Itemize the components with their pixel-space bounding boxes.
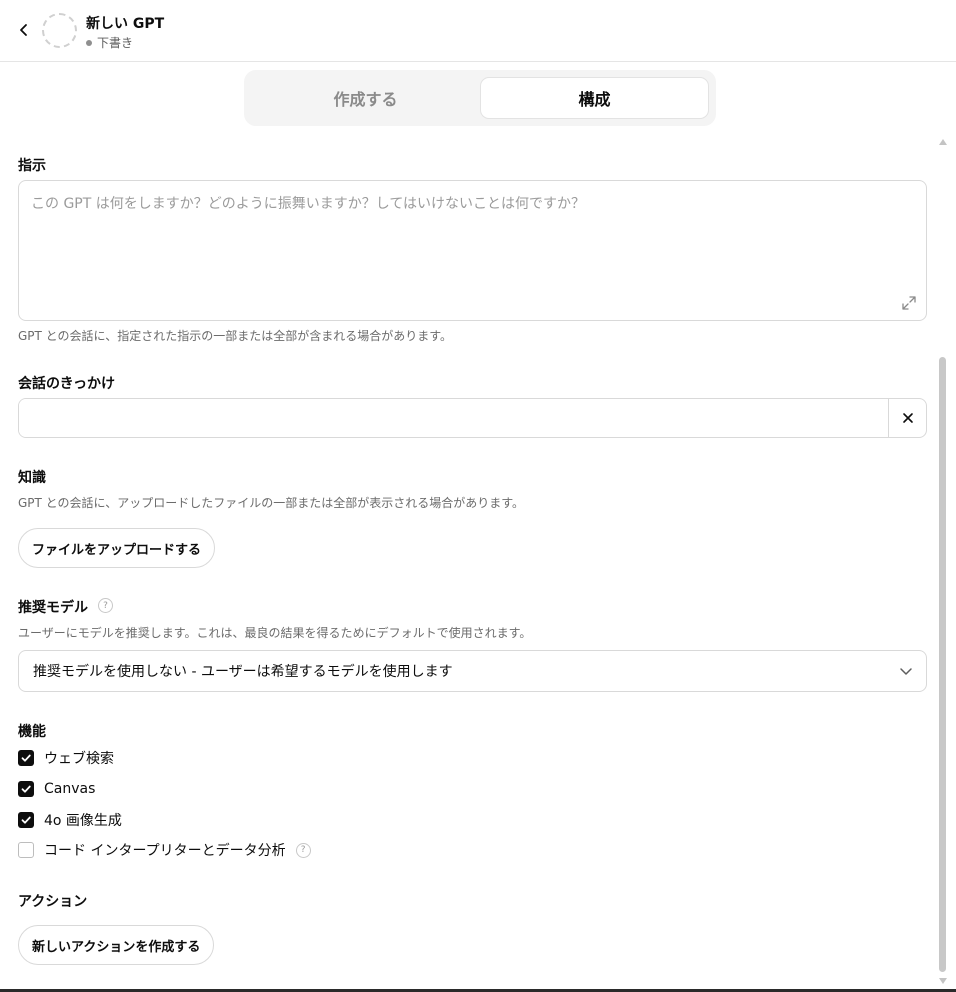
image-generation-label: 4o 画像生成 xyxy=(44,813,122,829)
chevron-down-icon xyxy=(900,668,912,675)
expand-icon[interactable] xyxy=(900,294,918,312)
image-generation-checkbox[interactable] xyxy=(18,812,34,828)
draft-status: 下書き xyxy=(86,34,133,51)
conversation-starters-label: 会話のきっかけ xyxy=(18,376,116,392)
code-interpreter-help-icon[interactable]: ? xyxy=(295,842,311,858)
capabilities-label: 機能 xyxy=(18,724,46,740)
upload-files-button[interactable]: ファイルをアップロードする xyxy=(18,528,216,568)
tab-create[interactable]: 作成する xyxy=(251,77,480,119)
scroll-up-arrow-icon[interactable] xyxy=(939,139,947,145)
check-icon xyxy=(21,816,31,824)
web-search-label: ウェブ検索 xyxy=(44,751,114,767)
check-icon xyxy=(21,754,31,762)
check-icon xyxy=(21,785,31,793)
status-dot-icon xyxy=(86,39,92,46)
gpt-name: 新しい GPT xyxy=(86,16,165,32)
recommended-model-helper: ユーザーにモデルを推奨します。これは、最良の結果を得るためにデフォルトで使用され… xyxy=(18,626,532,640)
back-button[interactable] xyxy=(12,18,36,42)
recommended-model-label: 推奨モデル xyxy=(18,600,88,616)
recommended-model-help-icon[interactable]: ? xyxy=(98,598,113,613)
code-interpreter-checkbox[interactable] xyxy=(18,842,34,858)
tab-configure[interactable]: 構成 xyxy=(480,77,709,119)
canvas-checkbox[interactable] xyxy=(18,781,34,797)
capability-code-interpreter: コード インタープリターとデータ分析 ? xyxy=(18,840,311,860)
scrollbar[interactable] xyxy=(937,135,949,985)
top-bar: 新しい GPT 下書き xyxy=(0,0,956,62)
conversation-starter-input[interactable] xyxy=(19,399,889,437)
create-action-button[interactable]: 新しいアクションを作成する xyxy=(18,925,215,965)
instructions-textarea[interactable] xyxy=(18,180,927,321)
capability-web-search: ウェブ検索 xyxy=(18,748,114,768)
chevron-left-icon xyxy=(20,24,27,36)
clear-starter-button[interactable] xyxy=(888,399,926,437)
status-text: 下書き xyxy=(97,36,134,50)
web-search-checkbox[interactable] xyxy=(18,750,34,766)
capability-canvas: Canvas xyxy=(18,779,95,799)
canvas-label: Canvas xyxy=(44,781,96,797)
actions-label: アクション xyxy=(18,894,88,910)
instructions-label: 指示 xyxy=(18,158,46,174)
code-interpreter-label: コード インタープリターとデータ分析 xyxy=(44,843,286,859)
mode-tabs: 作成する 構成 xyxy=(244,70,716,126)
knowledge-label: 知識 xyxy=(18,470,46,486)
conversation-starter-row xyxy=(18,398,927,438)
capability-image-generation: 4o 画像生成 xyxy=(18,810,122,830)
knowledge-helper: GPT との会話に、アップロードしたファイルの一部または全部が表示される場合があ… xyxy=(18,496,525,510)
recommended-model-select[interactable]: 推奨モデルを使用しない - ユーザーは希望するモデルを使用します xyxy=(18,650,927,692)
recommended-model-value: 推奨モデルを使用しない - ユーザーは希望するモデルを使用します xyxy=(33,664,453,680)
scrollbar-thumb[interactable] xyxy=(939,357,946,972)
scroll-down-arrow-icon[interactable] xyxy=(939,978,947,984)
close-icon xyxy=(902,413,913,423)
instructions-helper: GPT との会話に、指定された指示の一部または全部が含まれる場合があります。 xyxy=(18,329,453,343)
gpt-avatar-placeholder[interactable] xyxy=(42,13,77,48)
